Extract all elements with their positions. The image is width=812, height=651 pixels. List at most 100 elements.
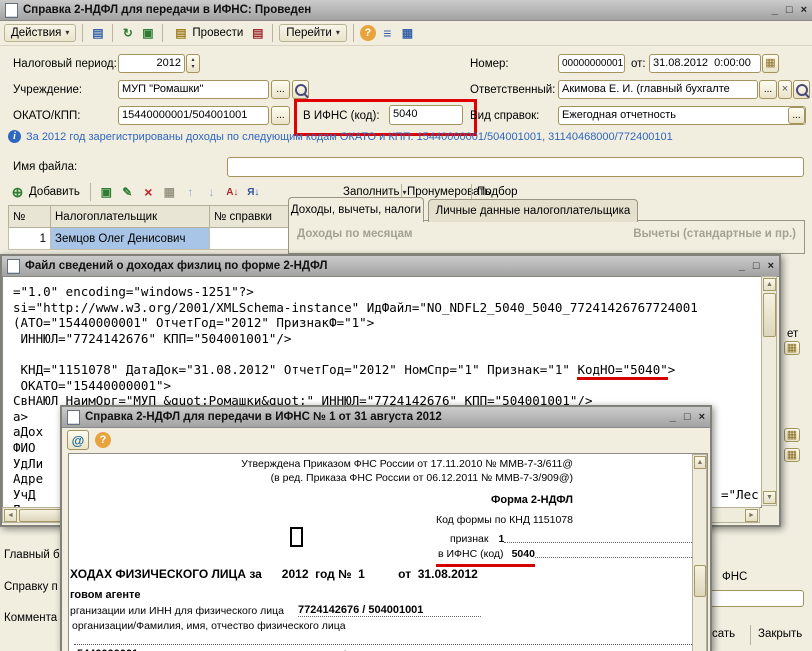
close-icon[interactable]: × <box>801 4 807 16</box>
close-icon[interactable]: × <box>768 260 774 272</box>
minimize-icon[interactable]: _ <box>739 260 745 272</box>
sort-asc-icon[interactable]: А↓ <box>224 184 241 201</box>
document-icon <box>67 409 80 425</box>
scroll-thumb[interactable] <box>694 565 706 597</box>
main-window-title: Справка 2-НДФЛ для передачи в ИФНС: Пров… <box>23 4 312 16</box>
scroll-down-icon[interactable]: ▼ <box>763 491 776 504</box>
copy-row-icon[interactable]: ▣ <box>98 184 115 201</box>
responsible-clear-button[interactable]: × <box>778 80 792 99</box>
print-toolbar: @ ? <box>62 427 710 453</box>
post-icon: ▤ <box>175 25 187 40</box>
org-search-button[interactable] <box>292 80 309 99</box>
period-field[interactable]: 2012 <box>118 54 185 73</box>
dotted-leader <box>504 542 700 543</box>
table-row[interactable]: 1 Земцов Олег Денисович 1 <box>8 227 307 250</box>
goto-button[interactable]: Перейти ▾ <box>279 23 347 42</box>
date-field[interactable]: 31.08.2012 0:00:00 <box>649 54 761 73</box>
scroll-thumb[interactable] <box>763 293 776 337</box>
unpost-icon[interactable]: ▤ <box>249 24 266 41</box>
move-up-icon[interactable]: ↑ <box>182 184 199 201</box>
inn-label: рганизации или ИНН для физического лица <box>70 605 285 617</box>
tab-income[interactable]: Доходы, вычеты, налоги <box>288 197 424 222</box>
help-icon[interactable]: ? <box>95 432 111 448</box>
write-icon[interactable]: ▤ <box>89 24 106 41</box>
separator <box>112 23 114 42</box>
kind-ellipsis-button[interactable]: ... <box>788 107 805 124</box>
scroll-right-icon[interactable]: ► <box>745 509 758 522</box>
move-down-icon[interactable]: ↓ <box>203 184 220 201</box>
ifns-code-label: В ИФНС (код): <box>303 110 380 122</box>
view-settings-icon[interactable]: ▦ <box>399 24 416 41</box>
org-field[interactable]: МУП "Ромашки" <box>118 80 269 99</box>
separator <box>162 23 164 42</box>
add-row-button[interactable]: ⊕ Добавить <box>6 182 83 203</box>
print-titlebar[interactable]: Справка 2-НДФЛ для передачи в ИФНС № 1 о… <box>62 407 710 428</box>
delete-row-icon[interactable]: × <box>140 184 157 201</box>
new-document-icon[interactable]: ▣ <box>139 24 156 41</box>
calendar-icon: ▦ <box>786 448 798 461</box>
signer-field-fragment[interactable] <box>704 590 804 607</box>
spin-up-icon[interactable]: ▴ <box>191 57 194 64</box>
screen: Справка 2-НДФЛ для передачи в ИФНС: Пров… <box>0 0 812 651</box>
close-button[interactable]: Закрыть <box>758 628 802 640</box>
edit-row-icon[interactable]: ✎ <box>119 184 136 201</box>
help-icon[interactable]: ? <box>359 24 376 41</box>
date-calendar-button[interactable]: ▦ <box>762 54 779 73</box>
lock-row-icon[interactable]: ▦ <box>161 184 178 201</box>
responsible-ellipsis-button[interactable]: ... <box>759 80 777 99</box>
actions-button[interactable]: Действия ▾ <box>4 23 77 42</box>
post-button[interactable]: ▤ Провести <box>169 22 246 43</box>
calendar-button-fragment[interactable]: ▦ <box>784 448 800 462</box>
maximize-icon[interactable]: □ <box>786 4 793 16</box>
maximize-icon[interactable]: □ <box>684 411 691 423</box>
scroll-up-icon[interactable]: ▲ <box>694 456 706 469</box>
print-vertical-scrollbar[interactable]: ▲ <box>692 454 707 651</box>
kind-field[interactable]: Ежегодная отчетность <box>558 106 806 125</box>
okato-field[interactable]: 15440000001/504001001 <box>118 106 269 125</box>
actions-label: Действия <box>11 26 62 39</box>
responsible-search-button[interactable] <box>793 80 810 99</box>
file-name-field[interactable]: NO_NDFL2_5040_5040_7724142676772400101_2… <box>227 157 804 177</box>
responsible-label: Ответственный: <box>470 84 556 96</box>
print-window-title: Справка 2-НДФЛ для передачи в ИФНС № 1 о… <box>85 411 442 423</box>
write-button[interactable]: сать <box>712 628 735 640</box>
priznak-value: 1 <box>498 533 505 545</box>
tab-personal[interactable]: Личные данные налогоплательщика <box>428 199 638 222</box>
col-taxpayer[interactable]: Налогоплательщик <box>50 205 210 228</box>
date-from-label: от: <box>631 58 646 70</box>
kodno-marked: КодНО="5040" <box>577 361 668 380</box>
list-settings-icon[interactable]: ≡ <box>379 24 396 41</box>
scroll-left-icon[interactable]: ◄ <box>4 509 17 522</box>
responsible-field[interactable]: Акимова Е. И. (главный бухгалте <box>558 80 758 99</box>
refresh-icon[interactable]: ↻ <box>119 24 136 41</box>
org-ellipsis-button[interactable]: ... <box>271 80 290 99</box>
close-icon[interactable]: × <box>699 411 705 423</box>
xml-titlebar[interactable]: Файл сведений о доходах физлиц по форме … <box>2 256 779 277</box>
calendar-button-fragment[interactable]: ▦ <box>784 428 800 442</box>
xml-vertical-scrollbar[interactable]: ▲ ▼ <box>761 276 777 506</box>
period-stepper[interactable]: ▴ ▾ <box>186 54 200 73</box>
cell-taxpayer[interactable]: Земцов Олег Денисович <box>50 227 210 250</box>
minimize-icon[interactable]: _ <box>772 4 778 16</box>
main-titlebar[interactable]: Справка 2-НДФЛ для передачи в ИФНС: Пров… <box>0 0 812 21</box>
maximize-icon[interactable]: □ <box>753 260 760 272</box>
send-email-button[interactable]: @ <box>67 430 89 450</box>
xml-line: si="http://www.w3.org/2001/XMLSchema-ins… <box>13 299 698 315</box>
spin-down-icon[interactable]: ▾ <box>191 64 194 71</box>
list-toolbar: ⊕ Добавить ▣ ✎ × ▦ ↑ ↓ А↓ Я↓ <box>6 182 262 202</box>
period-label: Налоговый период: <box>13 58 117 70</box>
sort-desc-icon[interactable]: Я↓ <box>245 184 262 201</box>
comment-label-fragment: Коммента <box>4 612 58 624</box>
table-header-row: № Налогоплательщик № справки <box>8 205 307 228</box>
number-field[interactable]: 00000000001 <box>558 54 625 73</box>
cell-number[interactable]: 1 <box>8 227 51 250</box>
minimize-icon[interactable]: _ <box>670 411 676 423</box>
col-number[interactable]: № <box>8 205 51 228</box>
okato-ellipsis-button[interactable]: ... <box>271 106 290 125</box>
signed-by-label-fragment: Справку п <box>4 581 58 593</box>
pick-button[interactable]: Подбор <box>474 184 521 200</box>
calendar-button-fragment[interactable]: ▦ <box>784 341 800 355</box>
ifns-code-field[interactable]: 5040 <box>389 105 463 125</box>
xml-line: ИННЮЛ="7724142676" КПП="504001001"/> <box>13 330 292 346</box>
scroll-up-icon[interactable]: ▲ <box>763 278 776 291</box>
